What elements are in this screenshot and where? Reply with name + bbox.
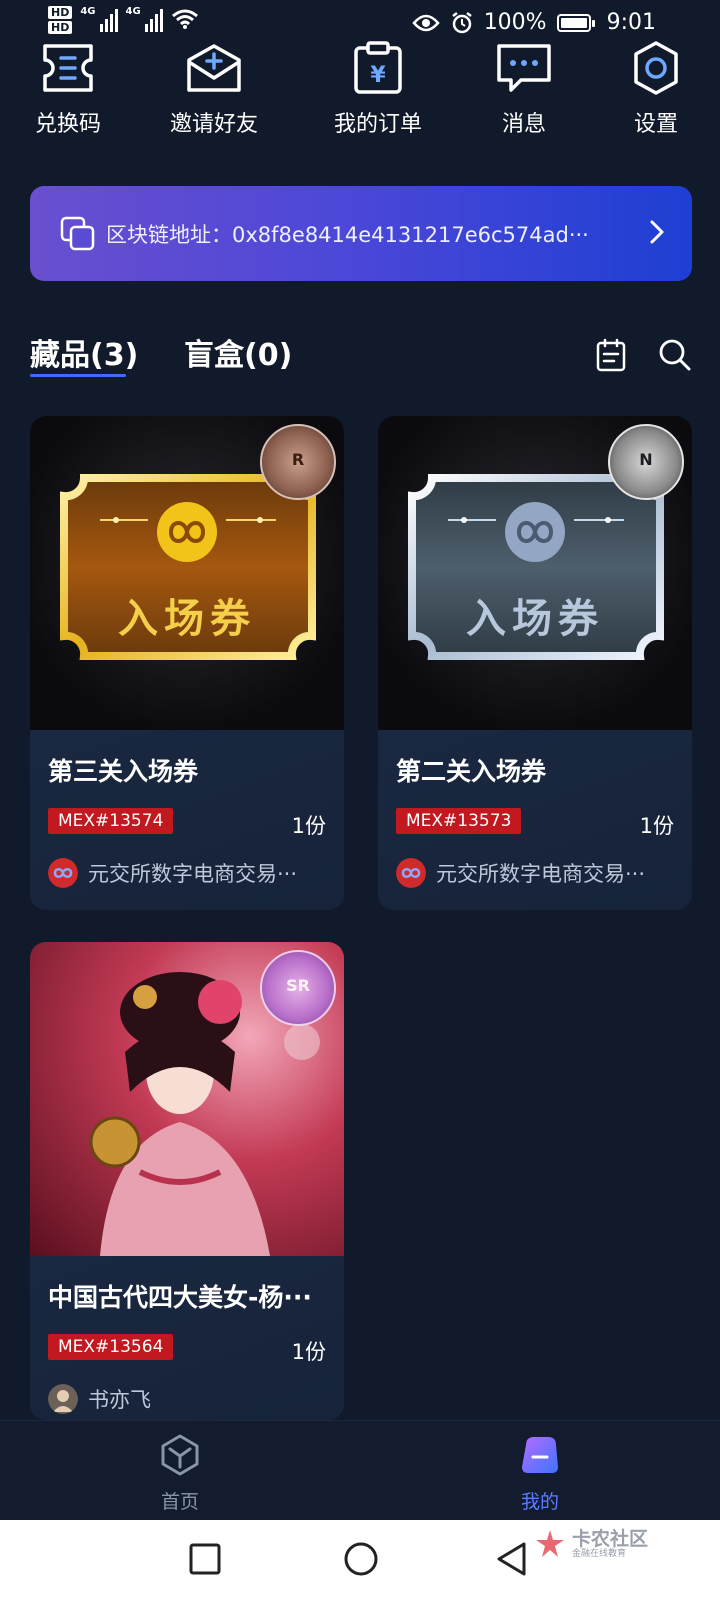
active-tab-indicator xyxy=(30,374,126,377)
watermark-subtitle: 金融在线教育 xyxy=(571,1548,626,1559)
blockchain-address-banner[interactable]: 区块链地址：0x8f8e8414e4131217e6c574ad··· xyxy=(30,186,692,281)
redeem-code-button[interactable]: 兑换码 xyxy=(8,38,128,138)
redeem-code-label: 兑换码 xyxy=(34,112,101,137)
message-bubble-icon xyxy=(494,38,554,98)
watermark-logo-icon xyxy=(535,1530,564,1557)
tab-blind-boxes[interactable]: 盲盒(0) xyxy=(184,330,292,374)
nav-profile-label: 我的 xyxy=(520,1491,559,1513)
home-button[interactable] xyxy=(342,1540,380,1578)
chevron-right-icon xyxy=(650,220,664,244)
issuer-logo-icon xyxy=(396,858,426,888)
status-signal-group: HD HD 4G 4G xyxy=(48,6,199,34)
ticket-icon xyxy=(38,38,98,98)
issuer-name: 书亦飞 xyxy=(88,1388,151,1412)
wifi-icon xyxy=(171,9,198,29)
rarity-badge: N xyxy=(608,424,684,500)
battery-percent: 100% xyxy=(483,10,547,35)
issuer-logo-icon xyxy=(48,858,78,888)
my-orders-button[interactable]: ¥ 我的订单 xyxy=(318,38,438,138)
tab-collections[interactable]: 藏品(3) xyxy=(30,330,138,374)
issuer-row: 书亦飞 xyxy=(48,1384,151,1414)
invite-mail-icon xyxy=(184,38,244,98)
profile-icon xyxy=(522,1437,558,1473)
collection-card[interactable]: 入场券 N 第二关入场券 MEX#13573 1份 元交所数字电商交易··· xyxy=(378,416,692,910)
battery-icon xyxy=(556,13,595,32)
notes-list-icon[interactable] xyxy=(594,338,628,372)
order-clipboard-icon: ¥ xyxy=(348,38,408,98)
signal-1-icon: 4G xyxy=(80,6,118,32)
card-title: 第二关入场券 xyxy=(396,757,547,786)
signal-2-icon: 4G xyxy=(126,6,163,32)
bottom-navigation: 首页 我的 xyxy=(0,1420,720,1521)
network-type-1: 4G xyxy=(80,6,96,17)
serial-badge: MEX#13564 xyxy=(48,1334,174,1360)
nav-profile[interactable]: 我的 xyxy=(480,1433,600,1514)
hd-badge-2: HD xyxy=(48,21,73,34)
collection-tabs: 藏品(3) 盲盒(0) xyxy=(30,330,692,380)
hd-badge-1: HD xyxy=(48,6,73,19)
collection-card[interactable]: 入场券 R 第三关入场券 MEX#13574 1份 元交所数字电商交易··· xyxy=(30,416,344,910)
quantity-label: 1份 xyxy=(639,814,674,838)
messages-label: 消息 xyxy=(501,112,546,137)
rarity-label: SR xyxy=(286,976,310,995)
card-title: 第三关入场券 xyxy=(48,757,199,786)
blockchain-address-text: 区块链地址：0x8f8e8414e4131217e6c574ad··· xyxy=(106,222,589,247)
quantity-label: 1份 xyxy=(291,1340,326,1364)
issuer-name: 元交所数字电商交易··· xyxy=(436,862,646,886)
watermark: 卡农社区 金融在线教育 xyxy=(534,1528,648,1560)
collection-card[interactable]: SR 中国古代四大美女-杨··· MEX#13564 1份 书亦飞 xyxy=(30,942,344,1420)
quick-actions-row: 兑换码 邀请好友 ¥ 我的订单 消息 设置 xyxy=(0,38,720,148)
rarity-label: R xyxy=(291,450,305,469)
issuer-row: 元交所数字电商交易··· xyxy=(396,858,645,888)
ticket-artwork-silver: 入场券 N xyxy=(378,416,692,730)
back-button[interactable] xyxy=(494,1540,530,1578)
portrait-artwork: SR xyxy=(30,942,344,1256)
system-navigation-bar: 卡农社区 金融在线教育 xyxy=(0,1520,720,1600)
gear-icon xyxy=(626,38,686,98)
ticket-title-text: 入场券 xyxy=(118,596,256,642)
invite-friends-button[interactable]: 邀请好友 xyxy=(154,38,274,138)
clock: 9:01 xyxy=(606,10,656,35)
recent-apps-button[interactable] xyxy=(188,1540,222,1578)
eye-comfort-icon xyxy=(412,14,440,31)
serial-badge: MEX#13573 xyxy=(396,808,522,834)
svg-text:¥: ¥ xyxy=(370,63,386,88)
quantity-label: 1份 xyxy=(291,814,326,838)
rarity-label: N xyxy=(639,450,653,469)
settings-button[interactable]: 设置 xyxy=(596,38,716,138)
status-system-group: 100% 9:01 xyxy=(412,10,656,35)
nav-home[interactable]: 首页 xyxy=(120,1433,240,1514)
copy-icon[interactable] xyxy=(58,214,98,254)
cube-home-icon xyxy=(161,1434,199,1476)
search-icon[interactable] xyxy=(658,338,692,372)
ticket-title-text: 入场券 xyxy=(466,596,604,642)
issuer-name: 元交所数字电商交易··· xyxy=(88,862,298,886)
avatar xyxy=(48,1384,78,1414)
network-type-2: 4G xyxy=(125,6,141,17)
serial-badge: MEX#13574 xyxy=(48,808,174,834)
rarity-badge: R xyxy=(260,424,336,500)
nav-home-label: 首页 xyxy=(160,1491,199,1513)
watermark-title: 卡农社区 xyxy=(571,1527,648,1550)
my-orders-label: 我的订单 xyxy=(333,112,422,137)
rarity-badge: SR xyxy=(260,950,336,1026)
invite-friends-label: 邀请好友 xyxy=(169,112,258,137)
card-title: 中国古代四大美女-杨··· xyxy=(48,1283,312,1312)
messages-button[interactable]: 消息 xyxy=(464,38,584,138)
ticket-artwork-gold: 入场券 R xyxy=(30,416,344,730)
alarm-icon xyxy=(451,11,472,33)
settings-label: 设置 xyxy=(633,112,678,137)
issuer-row: 元交所数字电商交易··· xyxy=(48,858,297,888)
